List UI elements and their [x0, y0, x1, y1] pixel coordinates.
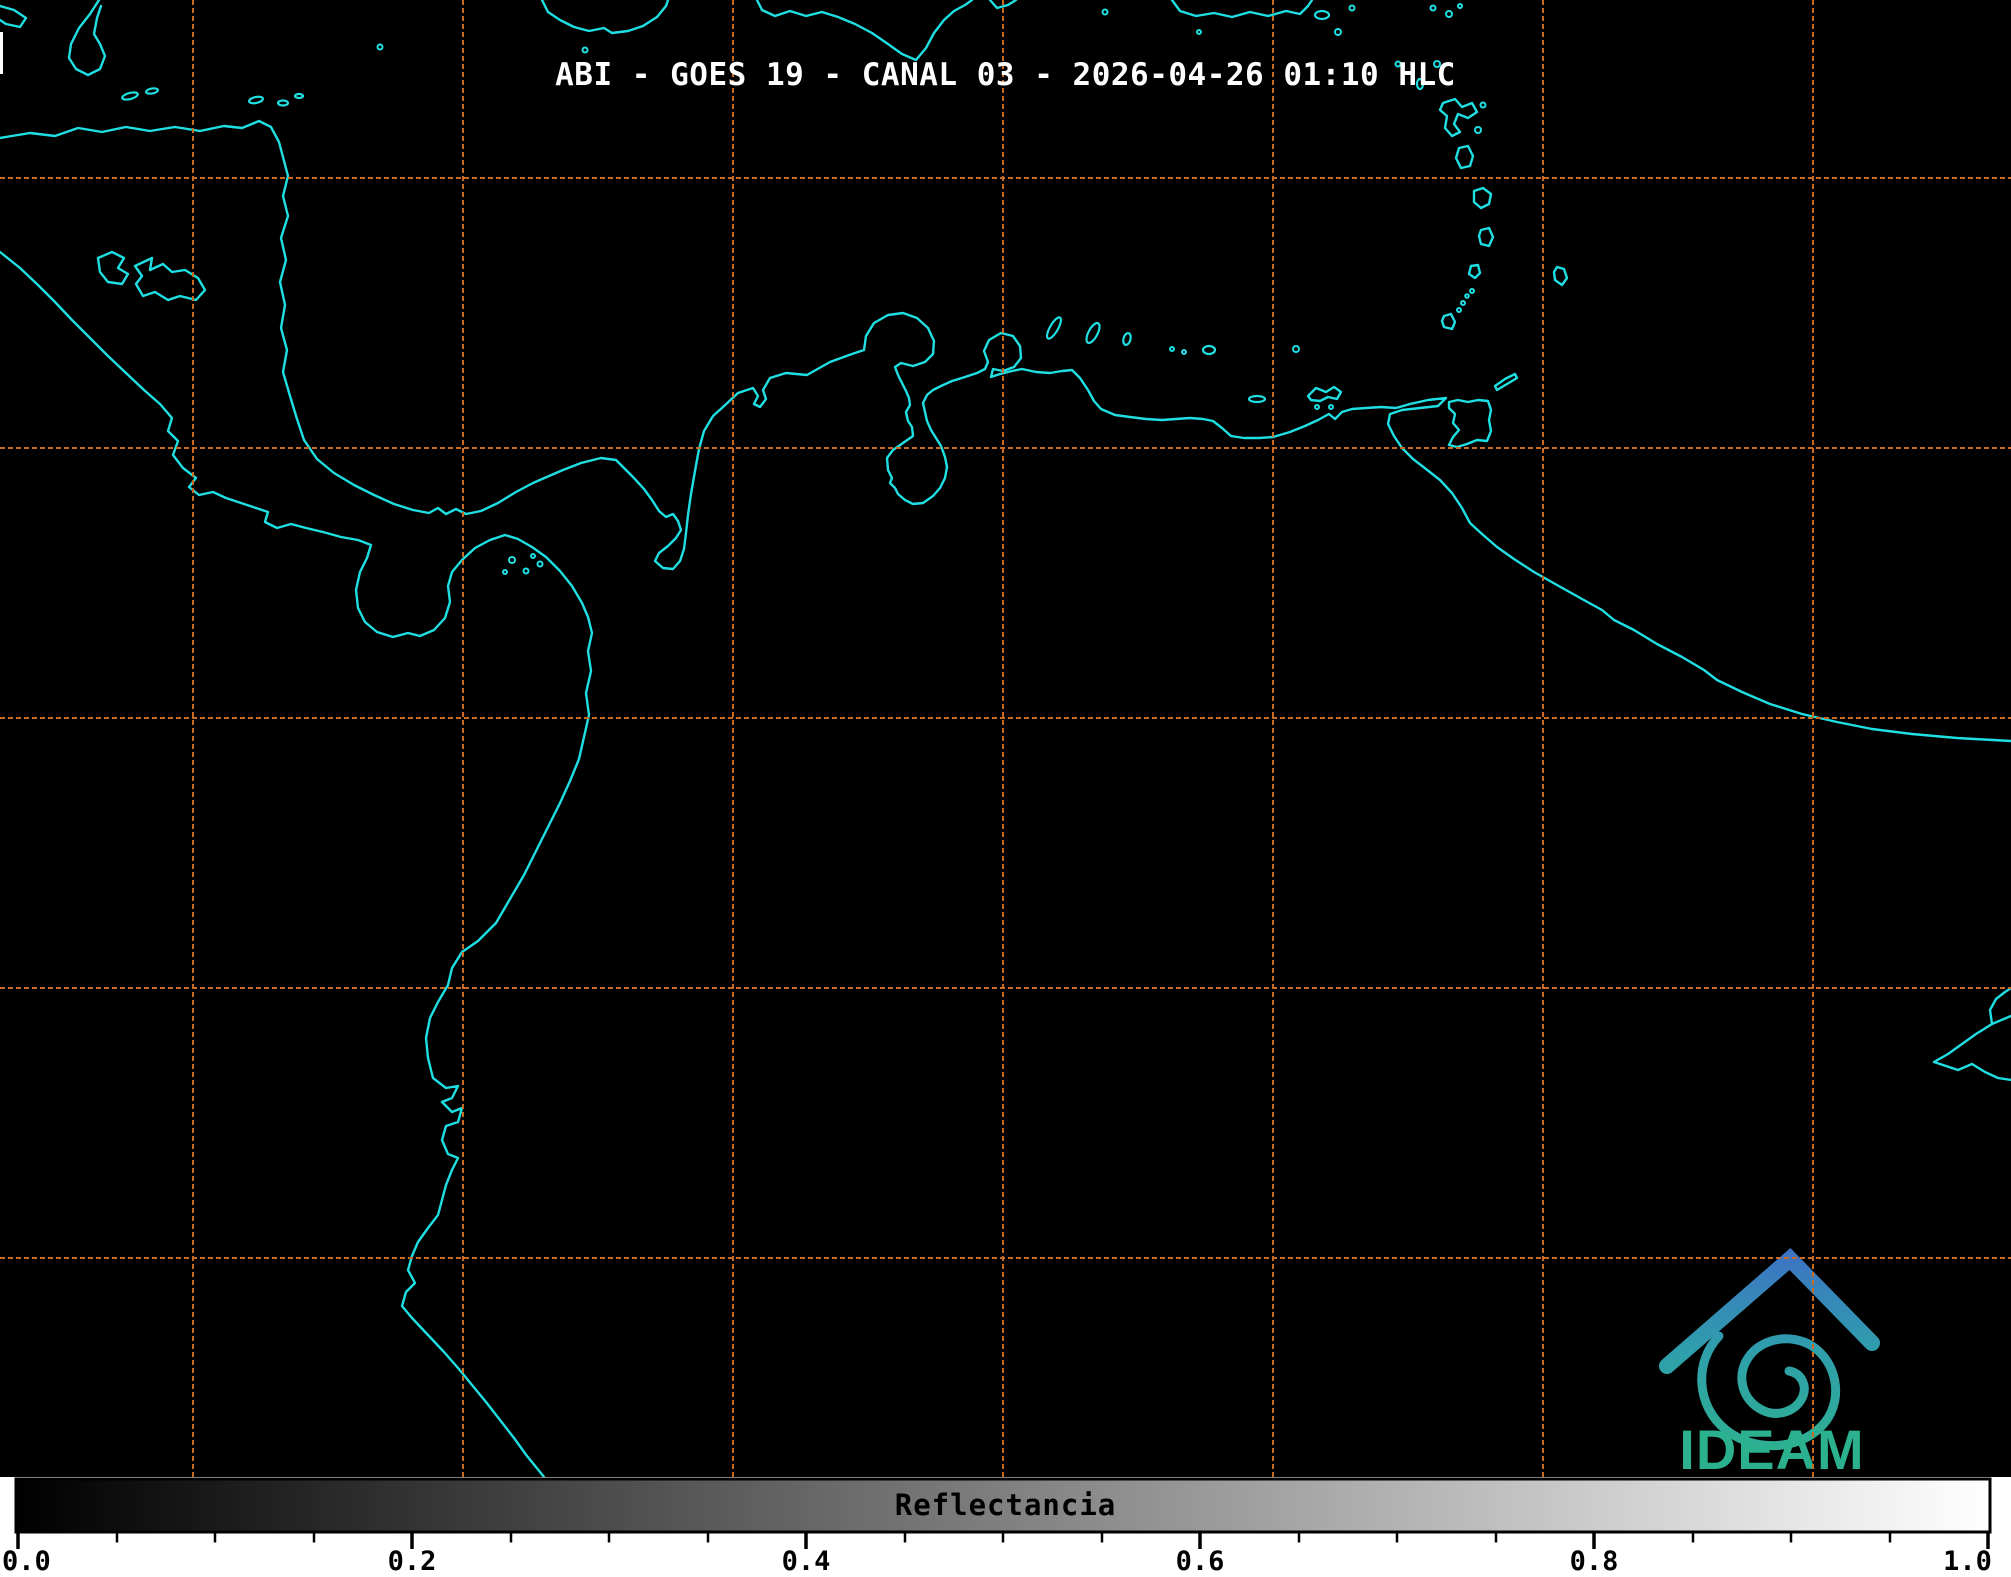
- map-canvas: IDEAM: [0, 0, 2011, 1577]
- colorbar-minor-tick: [1396, 1533, 1399, 1543]
- colorbar-major-tick: [1198, 1533, 1202, 1549]
- colorbar-major-tick: [1592, 1533, 1596, 1549]
- colorbar-minor-tick: [214, 1533, 217, 1543]
- map-edge-artifact: [0, 32, 3, 74]
- colorbar-major-tick: [410, 1533, 414, 1549]
- colorbar-minor-tick: [1101, 1533, 1104, 1543]
- colorbar-major-tick: [1986, 1533, 1990, 1549]
- colorbar-minor-tick: [1298, 1533, 1301, 1543]
- colorbar-minor-tick: [904, 1533, 907, 1543]
- colorbar-minor-tick: [1002, 1533, 1005, 1543]
- colorbar-major-tick: [16, 1533, 20, 1549]
- colorbar-minor-tick: [1790, 1533, 1793, 1543]
- colorbar-minor-tick: [313, 1533, 316, 1543]
- colorbar-minor-tick: [510, 1533, 513, 1543]
- colorbar-minor-tick: [707, 1533, 710, 1543]
- colorbar-minor-tick: [116, 1533, 119, 1543]
- colorbar-major-tick: [804, 1533, 808, 1549]
- colorbar-minor-tick: [1495, 1533, 1498, 1543]
- map-background: [0, 0, 2011, 1477]
- ideam-logo-text: IDEAM: [1679, 1418, 1864, 1481]
- colorbar-minor-tick: [1692, 1533, 1695, 1543]
- colorbar-minor-tick: [1889, 1533, 1892, 1543]
- goes-satellite-image-figure: IDEAM ABI - GOES 19 - CANAL 03 - 2026-04…: [0, 0, 2011, 1577]
- colorbar-minor-tick: [608, 1533, 611, 1543]
- colorbar-gradient-bar: [16, 1479, 1990, 1532]
